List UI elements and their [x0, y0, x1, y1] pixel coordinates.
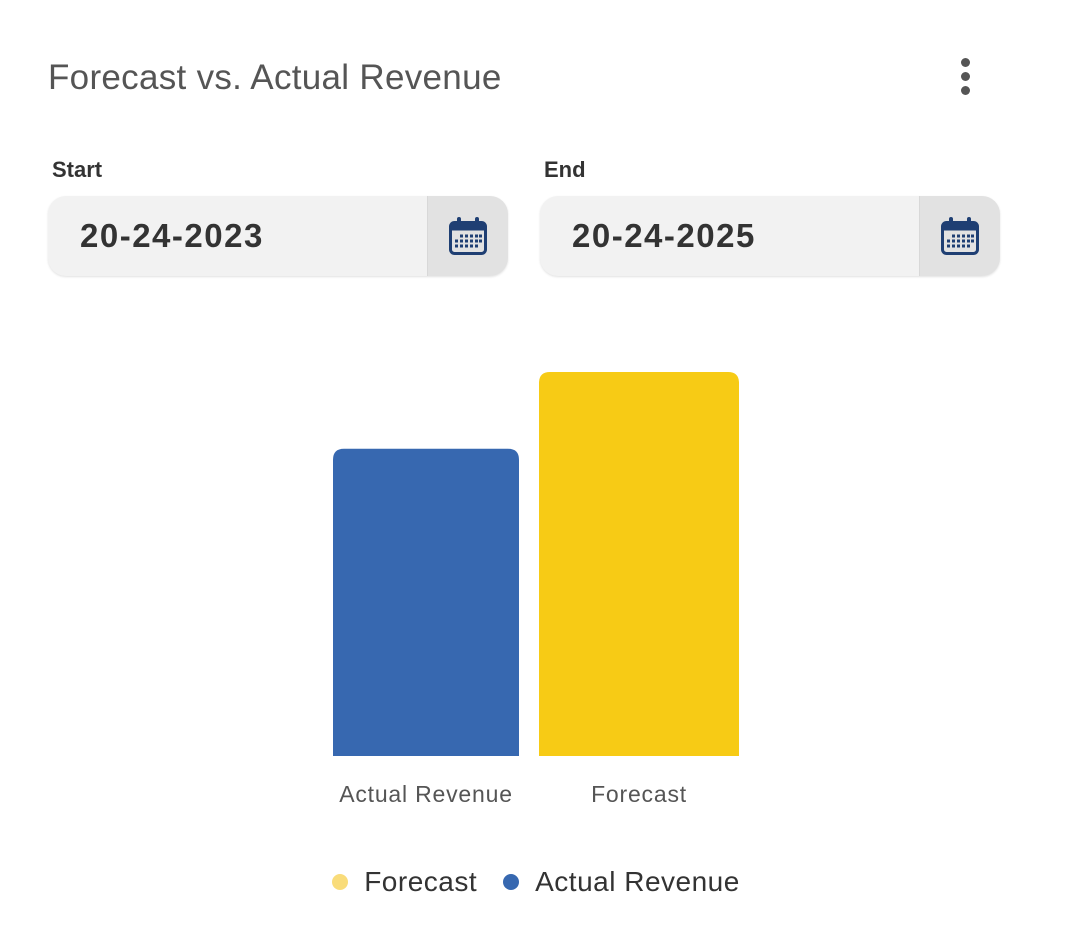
legend-item-actual-revenue[interactable]: Actual Revenue	[503, 866, 740, 898]
legend-label-forecast: Forecast	[364, 866, 478, 897]
x-label-actual-revenue: Actual Revenue	[339, 781, 513, 807]
bar-forecast[interactable]	[539, 372, 739, 756]
forecast-widget-card: Forecast vs. Actual Revenue Start End	[0, 0, 1072, 952]
legend-item-forecast[interactable]: Forecast	[332, 866, 477, 898]
legend-dot-actual-revenue	[503, 874, 520, 890]
bar-chart: Actual Revenue Forecast	[333, 372, 739, 807]
legend-label-actual-revenue: Actual Revenue	[535, 866, 740, 897]
legend-dot-forecast	[332, 874, 349, 890]
chart-legend: Forecast Actual Revenue	[0, 862, 1072, 902]
bar-actual-revenue[interactable]	[333, 448, 519, 756]
x-label-forecast: Forecast	[591, 781, 687, 807]
